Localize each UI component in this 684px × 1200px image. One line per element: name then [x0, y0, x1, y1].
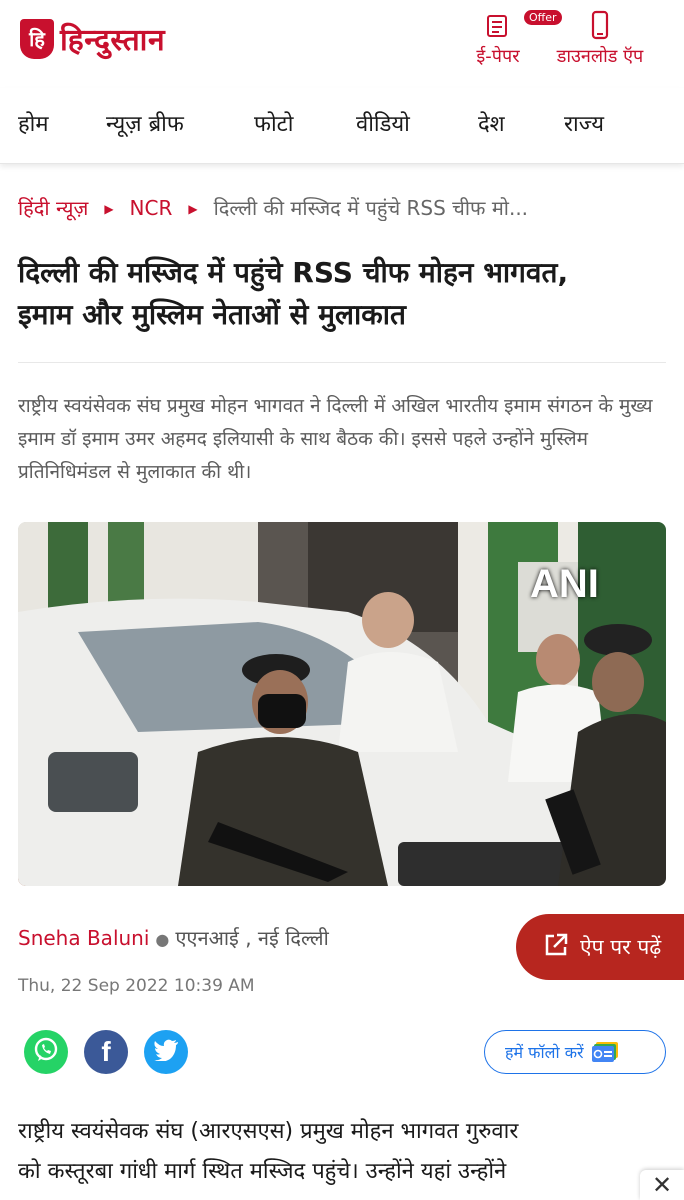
read-in-app-button[interactable]: ऐप पर पढ़ें [516, 914, 684, 980]
download-label: डाउनलोड ऍप [556, 46, 644, 67]
facebook-share-button[interactable]: f [84, 1030, 128, 1074]
nav-item-state[interactable]: राज्य [564, 108, 604, 138]
main-nav: होम न्यूज़ ब्रीफ फोटो वीडियो देश राज्य [0, 88, 684, 164]
read-in-app-label: ऐप पर पढ़ें [580, 935, 662, 959]
facebook-icon: f [101, 1036, 111, 1067]
breadcrumb: हिंदी न्यूज़ ▶ NCR ▶ दिल्ली की मस्जिद में पह… [18, 194, 668, 221]
nav-item-home[interactable]: होम [18, 108, 49, 138]
breadcrumb-hindi-news[interactable]: हिंदी न्यूज़ [18, 196, 88, 220]
download-app-button[interactable]: डाउनलोड ऍप [540, 10, 660, 68]
byline: Sneha Baluni ● एएनआई , नई दिल्ली [18, 924, 329, 951]
twitter-share-button[interactable] [144, 1030, 188, 1074]
phone-icon [586, 10, 614, 40]
article-headline: दिल्ली की मस्जिद में पहुंचे RSS चीफ मोहन… [18, 252, 668, 336]
epaper-label: ई-पेपर [476, 46, 520, 67]
body-line-1: राष्ट्रीय स्वयंसेवक संघ (आरएसएस) प्रमुख … [18, 1119, 519, 1144]
breadcrumb-ncr[interactable]: NCR [130, 196, 173, 220]
breadcrumb-separator-icon: ▶ [104, 202, 114, 216]
google-news-icon [591, 1042, 620, 1062]
headline-line-2: इमाम और मुस्लिम नेताओं से मुलाकात [18, 298, 406, 331]
whatsapp-share-button[interactable] [24, 1030, 68, 1074]
divider [18, 362, 666, 363]
headline-line-1: दिल्ली की मस्जिद में पहुंचे RSS चीफ मोहन… [18, 256, 569, 289]
logo-text: हिन्दुस्तान [60, 23, 166, 58]
external-link-icon [542, 931, 570, 964]
epaper-button[interactable]: Offer ई-पेपर [458, 10, 562, 68]
article-summary: राष्ट्रीय स्वयंसेवक संघ प्रमुख मोहन भागव… [18, 395, 653, 483]
nav-item-country[interactable]: देश [478, 108, 505, 138]
site-header: हि हिन्दुस्तान Offer ई-पेपर डाउनलोड ऍप [0, 0, 684, 88]
publish-date: Thu, 22 Sep 2022 10:39 AM [18, 976, 255, 996]
nav-item-news-brief[interactable]: न्यूज़ ब्रीफ [106, 108, 184, 138]
nav-item-photo[interactable]: फोटो [254, 108, 293, 138]
author-link[interactable]: Sneha Baluni [18, 926, 149, 950]
breadcrumb-current: दिल्ली की मस्जिद में पहुंचे RSS चीफ मो..… [213, 196, 529, 220]
nav-item-video[interactable]: वीडियो [356, 108, 410, 138]
twitter-icon [153, 1039, 179, 1065]
close-icon: ✕ [651, 1171, 673, 1199]
article-source: एएनआई , नई दिल्ली [175, 926, 329, 950]
close-ad-button[interactable]: ✕ [640, 1170, 684, 1200]
article-body: राष्ट्रीय स्वयंसेवक संघ (आरएसएस) प्रमुख … [18, 1112, 668, 1200]
article-photo[interactable]: ANI [18, 522, 666, 886]
logo-mark: हि [20, 18, 54, 59]
follow-label: हमें फॉलो करें [505, 1043, 584, 1062]
body-line-2: को कस्तूरबा गांधी मार्ग स्थित मस्जिद पहु… [18, 1159, 507, 1184]
follow-on-google-news-button[interactable]: हमें फॉलो करें [484, 1030, 666, 1074]
bullet-icon: ● [155, 930, 170, 949]
breadcrumb-separator-icon: ▶ [188, 202, 198, 216]
newspaper-icon: Offer [484, 10, 562, 40]
site-logo[interactable]: हि हिन्दुस्तान [20, 18, 165, 59]
whatsapp-icon [31, 1035, 61, 1069]
photo-watermark: ANI [530, 562, 599, 606]
